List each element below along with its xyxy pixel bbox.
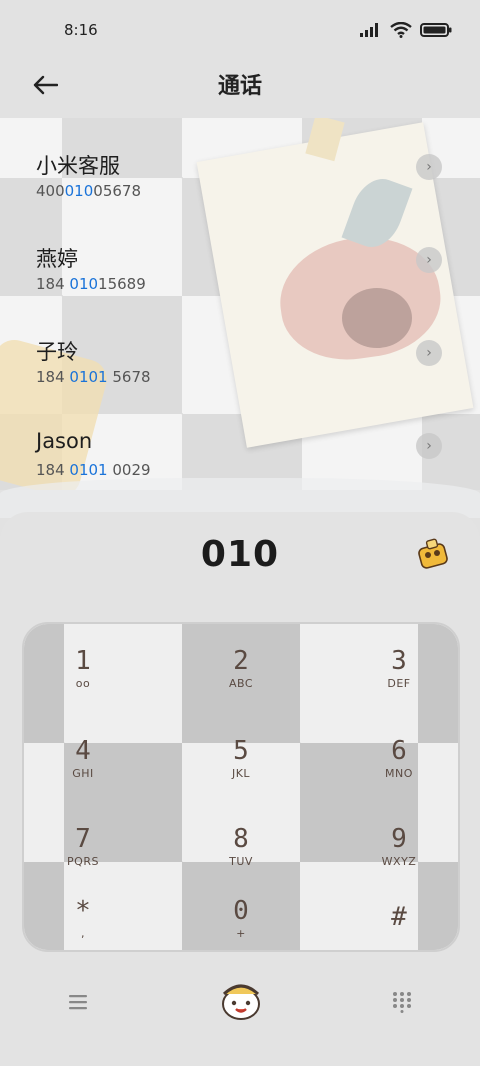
- contact-name: 小米客服: [36, 154, 120, 178]
- key-letters: ABC: [228, 676, 254, 690]
- dialpad-icon: [393, 992, 411, 1013]
- key-digit: 7: [75, 823, 91, 854]
- contact-row[interactable]: Jason 184 0101 0029 ›: [0, 401, 480, 490]
- key-digit: 6: [391, 735, 407, 766]
- contact-detail-button[interactable]: ›: [416, 433, 442, 459]
- key-letters: DEF: [387, 676, 411, 690]
- key-digit: 3: [391, 645, 407, 676]
- call-button[interactable]: [214, 974, 268, 1028]
- dialed-number[interactable]: 010: [0, 534, 480, 575]
- key-digit: 0: [233, 895, 249, 926]
- key-letters: TUV: [229, 854, 253, 868]
- status-time: 8:16: [64, 21, 98, 39]
- key-digit: *: [75, 895, 91, 926]
- header: 通话: [0, 60, 480, 110]
- key-letters: GHI: [72, 766, 94, 780]
- contact-detail-button[interactable]: ›: [416, 154, 442, 180]
- contact-number: 184 0101 0029: [36, 461, 151, 479]
- key-digit: #: [391, 902, 407, 932]
- key-digit: 2: [233, 645, 249, 676]
- status-icons: [360, 22, 452, 38]
- contact-row[interactable]: 小米客服 40001005678 ›: [0, 122, 480, 212]
- keypad: 1 oo 2 ABC 3 DEF 4 GHI 5 JKL 6 MNO 7 PQR…: [22, 622, 460, 952]
- contact-row[interactable]: 燕婷 184 01015689 ›: [0, 215, 480, 305]
- page-title: 通话: [217, 74, 262, 99]
- battery-icon: [420, 23, 452, 37]
- contact-number: 184 01015689: [36, 275, 146, 293]
- contact-row[interactable]: 子玲 184 0101 5678 ›: [0, 308, 480, 398]
- key-letters: MNO: [385, 766, 413, 780]
- key-2[interactable]: 2 ABC: [182, 624, 300, 712]
- key-digit: 1: [75, 645, 91, 676]
- contact-name: Jason: [36, 429, 93, 453]
- voicemail-icon: oo: [75, 676, 91, 690]
- key-hash[interactable]: #: [340, 874, 458, 950]
- chevron-right-icon: ›: [426, 159, 432, 175]
- dialpad-toggle-button[interactable]: [380, 980, 424, 1024]
- menu-button[interactable]: [56, 980, 100, 1024]
- call-sticker-icon: [222, 984, 260, 1020]
- contact-number: 40001005678: [36, 182, 141, 200]
- key-1[interactable]: 1 oo: [24, 624, 142, 712]
- sticker-delete-icon[interactable]: [416, 536, 450, 570]
- contact-number: 184 0101 5678: [36, 368, 151, 386]
- key-5[interactable]: 5 JKL: [182, 714, 300, 802]
- key-digit: 5: [233, 735, 249, 766]
- key-letters: WXYZ: [381, 854, 417, 868]
- chevron-right-icon: ›: [426, 252, 432, 268]
- key-digit: 4: [75, 735, 91, 766]
- contact-detail-button[interactable]: ›: [416, 247, 442, 273]
- bottom-nav: [0, 970, 480, 1040]
- chevron-right-icon: ›: [426, 438, 432, 454]
- key-6[interactable]: 6 MNO: [340, 714, 458, 802]
- wifi-icon: [390, 22, 412, 38]
- key-digit: 9: [391, 823, 407, 854]
- key-letters: ,: [81, 926, 85, 940]
- signal-icon: [360, 23, 378, 37]
- key-3[interactable]: 3 DEF: [340, 624, 458, 712]
- contact-suggestion-list: 小米客服 40001005678 › 燕婷 184 01015689 › 子玲 …: [0, 118, 480, 490]
- contact-detail-button[interactable]: ›: [416, 340, 442, 366]
- key-0[interactable]: 0 +: [182, 874, 300, 950]
- key-letters: PQRS: [67, 854, 99, 868]
- status-bar: 8:16: [0, 0, 480, 62]
- key-star[interactable]: * ,: [24, 874, 142, 950]
- chevron-right-icon: ›: [426, 345, 432, 361]
- key-4[interactable]: 4 GHI: [24, 714, 142, 802]
- key-digit: 8: [233, 823, 249, 854]
- key-letters: +: [236, 926, 246, 940]
- contact-name: 子玲: [36, 340, 78, 364]
- contact-name: 燕婷: [36, 247, 78, 271]
- key-letters: JKL: [231, 766, 251, 780]
- menu-icon: [69, 995, 87, 1010]
